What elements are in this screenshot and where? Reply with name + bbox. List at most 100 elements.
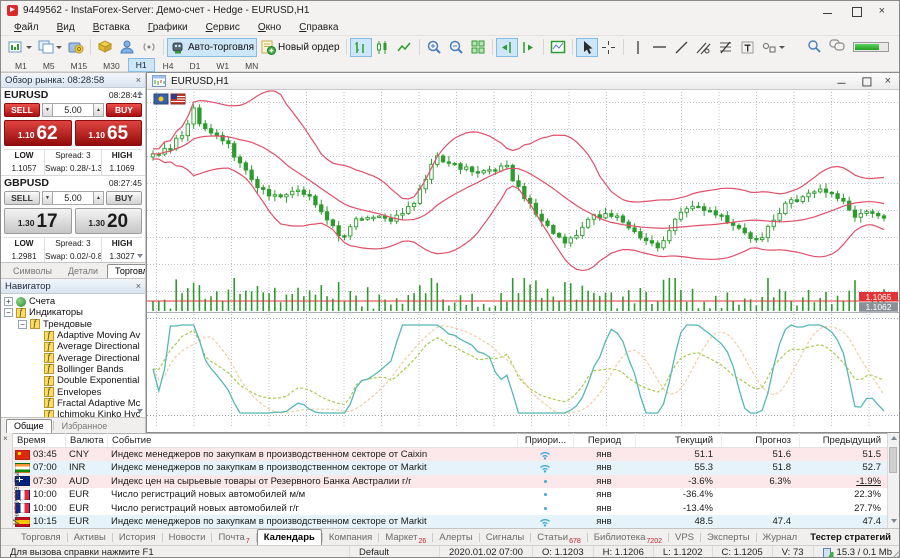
- menu-item-Графики[interactable]: Графики: [139, 21, 197, 34]
- minimize-button[interactable]: [823, 6, 833, 16]
- close-icon[interactable]: ×: [136, 281, 141, 291]
- new-chart-button[interactable]: [5, 38, 35, 57]
- timeframe-MN[interactable]: MN: [237, 58, 266, 72]
- chart-titlebar[interactable]: EURUSD,H1 ×: [147, 73, 900, 90]
- symbol-row[interactable]: GBPUSD08:27:45: [4, 176, 142, 189]
- strategy-tester-link[interactable]: Тестер стратегий: [810, 532, 900, 543]
- channel-tool-button[interactable]: [693, 38, 715, 57]
- ask-price-box[interactable]: 1.3020: [75, 208, 143, 234]
- horizontal-line-tool-button[interactable]: [649, 38, 671, 57]
- tree-item-Fractal Adaptive Mc[interactable]: Fractal Adaptive Mc: [1, 398, 145, 409]
- timeframe-M5[interactable]: M5: [35, 58, 63, 72]
- calendar-scrollbar[interactable]: [887, 433, 899, 528]
- zoom-in-button[interactable]: [423, 38, 445, 57]
- toolbox-tab-Активы[interactable]: Активы: [68, 530, 112, 545]
- calendar-row[interactable]: 07:00INRИндекс менеджеров по закупкам в …: [13, 461, 889, 474]
- sell-button[interactable]: SELL: [4, 103, 40, 117]
- auto-scroll-button[interactable]: [518, 38, 540, 57]
- toolbox-tab-История[interactable]: История: [113, 530, 162, 545]
- calendar-row[interactable]: 10:00EURЧисло регистраций новых автомоби…: [13, 502, 889, 515]
- volume-increase-button[interactable]: ▲: [93, 191, 104, 205]
- toolbox-tab-Новости[interactable]: Новости: [163, 530, 212, 545]
- toolbox-tab-Почта[interactable]: Почта7: [212, 530, 255, 545]
- tree-item-Bollinger Bands[interactable]: Bollinger Bands: [1, 364, 145, 375]
- tree-item-Счета[interactable]: +Счета: [1, 296, 145, 307]
- ask-price-box[interactable]: 1.1065: [75, 120, 143, 146]
- volume-decrease-button[interactable]: ▼: [42, 191, 53, 205]
- column-time[interactable]: Время: [13, 433, 65, 447]
- tree-item-Трендовые[interactable]: −Трендовые: [1, 319, 145, 330]
- expand-toggle-icon[interactable]: −: [18, 320, 27, 329]
- maximize-button[interactable]: [851, 6, 861, 16]
- toolbox-side-tab[interactable]: Инструменты: [11, 472, 21, 525]
- toolbox-tab-Библиотека[interactable]: Библиотека7202: [588, 530, 668, 545]
- tree-item-Ichimoku Kinko Hyc[interactable]: Ichimoku Kinko Hyc: [1, 409, 145, 417]
- new-order-button[interactable]: Новый ордер: [257, 38, 343, 57]
- price-chart[interactable]: 1.10651.1062: [147, 90, 900, 431]
- history-center-button[interactable]: [65, 38, 87, 57]
- market-watch-tab-Торговля[interactable]: Торговля: [107, 264, 146, 278]
- toolbox-tab-Алерты[interactable]: Алерты: [433, 530, 478, 545]
- profiles-button[interactable]: [35, 38, 65, 57]
- chart-shift-button[interactable]: [496, 38, 518, 57]
- expand-toggle-icon[interactable]: −: [4, 308, 13, 317]
- toolbox-tab-Календарь[interactable]: Календарь: [257, 529, 322, 546]
- scroll-down-icon[interactable]: [137, 409, 143, 413]
- menu-item-Окно[interactable]: Окно: [249, 21, 290, 34]
- vertical-line-tool-button[interactable]: [627, 38, 649, 57]
- column-currency[interactable]: Валюта: [65, 433, 107, 447]
- indicators-button[interactable]: [547, 38, 569, 57]
- status-profile[interactable]: Default: [349, 546, 439, 558]
- crosshair-tool-button[interactable]: [598, 38, 620, 57]
- menu-item-Файл[interactable]: Файл: [5, 21, 48, 34]
- close-icon[interactable]: ×: [136, 75, 141, 85]
- timeframe-M30[interactable]: M30: [95, 58, 128, 72]
- calendar-row[interactable]: 03:45CNYИндекс менеджеров по закупкам в …: [13, 448, 889, 461]
- column-forecast[interactable]: Прогноз: [721, 433, 799, 447]
- timeframe-W1[interactable]: W1: [208, 58, 237, 72]
- column-actual[interactable]: Текущий: [635, 433, 721, 447]
- line-chart-mode-button[interactable]: [394, 38, 416, 57]
- close-button[interactable]: ×: [879, 6, 885, 16]
- text-tool-button[interactable]: [737, 38, 759, 57]
- tree-item-Envelopes[interactable]: Envelopes: [1, 386, 145, 397]
- bid-price-box[interactable]: 1.3017: [4, 208, 72, 234]
- column-event[interactable]: Событие: [107, 433, 517, 447]
- chat-icon[interactable]: [829, 39, 845, 55]
- resize-grip[interactable]: [890, 548, 900, 558]
- fibonacci-tool-button[interactable]: [715, 38, 737, 57]
- toolbox-tab-Торговля[interactable]: Торговля: [15, 530, 67, 545]
- candlestick-mode-button[interactable]: [372, 38, 394, 57]
- tree-item-Average Directional[interactable]: Average Directional: [1, 341, 145, 352]
- buy-button[interactable]: BUY: [106, 103, 142, 117]
- tree-item-Average Directional[interactable]: Average Directional: [1, 352, 145, 363]
- column-priority[interactable]: Приори...: [517, 433, 573, 447]
- shapes-tool-button[interactable]: [759, 38, 788, 57]
- toolbox-tab-VPS[interactable]: VPS: [669, 530, 700, 545]
- symbol-row[interactable]: EURUSD08:28:41: [4, 88, 142, 101]
- column-period[interactable]: Период: [573, 433, 635, 447]
- calendar-row[interactable]: 07:30AUDИндекс цен на сырьевые товары от…: [13, 475, 889, 488]
- navigator-tab-Общие[interactable]: Общие: [6, 419, 52, 433]
- scroll-down-icon[interactable]: [137, 254, 143, 258]
- tree-item-Индикаторы[interactable]: −Индикаторы: [1, 307, 145, 318]
- column-previous[interactable]: Предыдущий: [799, 433, 889, 447]
- trendline-tool-button[interactable]: [671, 38, 693, 57]
- toolbox-tab-Сигналы[interactable]: Сигналы: [480, 530, 531, 545]
- timeframe-H4[interactable]: H4: [155, 58, 182, 72]
- close-button[interactable]: ×: [885, 76, 891, 86]
- buy-button[interactable]: BUY: [106, 191, 142, 205]
- scroll-up-icon[interactable]: [891, 436, 897, 440]
- scroll-down-icon[interactable]: [891, 519, 897, 523]
- market-watch-tab-Детали[interactable]: Детали: [61, 265, 105, 278]
- minimize-button[interactable]: [837, 77, 846, 86]
- broadcast-button[interactable]: [138, 38, 160, 57]
- tree-item-Double Exponential[interactable]: Double Exponential: [1, 375, 145, 386]
- tree-item-Adaptive Moving Av[interactable]: Adaptive Moving Av: [1, 330, 145, 341]
- bar-chart-mode-button[interactable]: [350, 38, 372, 57]
- maximize-button[interactable]: [861, 77, 870, 86]
- scrollbar-thumb[interactable]: [889, 447, 897, 473]
- navigator-tab-Избранное[interactable]: Избранное: [55, 420, 115, 433]
- zoom-out-button[interactable]: [445, 38, 467, 57]
- menu-item-Сервис[interactable]: Сервис: [197, 21, 249, 34]
